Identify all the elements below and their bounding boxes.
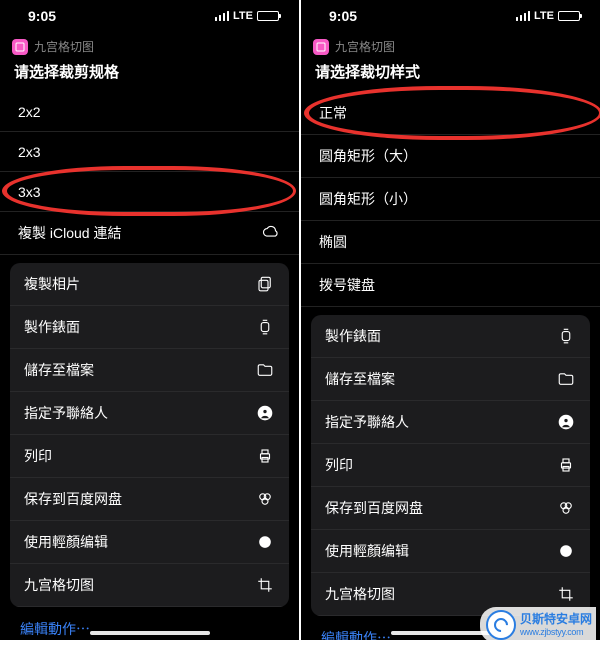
action-label: 使用輕顏编辑: [24, 532, 108, 552]
battery-icon: [558, 11, 580, 21]
edit-actions-link[interactable]: 編輯動作⋯: [0, 607, 299, 640]
print-icon: [556, 455, 576, 475]
action-label: 製作錶面: [24, 317, 80, 337]
action-baidu-pan[interactable]: 保存到百度网盘: [311, 487, 590, 530]
actions-block: 製作錶面 儲存至檔案 指定予聯絡人 列印 保存到百度网盘 使用輕顏编辑 九宫格切…: [311, 315, 590, 616]
action-copy-photo[interactable]: 複製相片: [10, 263, 289, 306]
status-icons: LTE: [215, 10, 279, 22]
option-round-large[interactable]: 圆角矩形（大）: [301, 135, 600, 178]
status-bar: 9:05 LTE: [0, 0, 299, 32]
option-label: 圆角矩形（小）: [319, 189, 417, 209]
app-header: 九宫格切图: [0, 32, 299, 57]
option-label: 圆角矩形（大）: [319, 146, 417, 166]
action-label: 使用輕顏编辑: [325, 541, 409, 561]
left-screenshot: 9:05 LTE 九宫格切图 请选择裁剪规格 2x2 2x3 3x3 複製 iC…: [0, 0, 299, 640]
crop-icon: [255, 575, 275, 595]
action-label: 儲存至檔案: [24, 360, 94, 380]
option-2x3[interactable]: 2x3: [0, 132, 299, 172]
status-time: 9:05: [329, 8, 357, 24]
copy-icon: [255, 274, 275, 294]
print-icon: [255, 446, 275, 466]
action-label: 指定予聯絡人: [24, 403, 108, 423]
action-grid-cut[interactable]: 九宫格切图: [10, 564, 289, 607]
action-create-watchface[interactable]: 製作錶面: [311, 315, 590, 358]
action-assign-contact[interactable]: 指定予聯絡人: [311, 401, 590, 444]
status-time: 9:05: [28, 8, 56, 24]
contact-icon: [255, 403, 275, 423]
option-label: 拨号键盘: [319, 275, 375, 295]
option-dialpad[interactable]: 拨号键盘: [301, 264, 600, 307]
action-print[interactable]: 列印: [311, 444, 590, 487]
status-icons: LTE: [516, 10, 580, 22]
action-label: 保存到百度网盘: [24, 489, 122, 509]
option-normal[interactable]: 正常: [301, 92, 600, 135]
status-bar: 9:05 LTE: [301, 0, 600, 32]
contact-icon: [556, 412, 576, 432]
action-light-face-edit[interactable]: 使用輕顏编辑: [311, 530, 590, 573]
action-print[interactable]: 列印: [10, 435, 289, 478]
option-label: 複製 iCloud 連結: [18, 223, 121, 243]
app-icon: [12, 39, 28, 55]
circle-icon: [556, 541, 576, 561]
watermark-logo-icon: [486, 610, 516, 640]
action-label: 列印: [24, 446, 52, 466]
app-name: 九宫格切图: [335, 38, 395, 55]
option-label: 2x2: [18, 104, 41, 120]
action-save-file[interactable]: 儲存至檔案: [311, 358, 590, 401]
option-2x2[interactable]: 2x2: [0, 92, 299, 132]
network-label: LTE: [233, 10, 253, 22]
option-label: 3x3: [18, 184, 41, 200]
app-header: 九宫格切图: [301, 32, 600, 57]
actions-block: 複製相片 製作錶面 儲存至檔案 指定予聯絡人 列印 保存到百度网盘 使用輕顏编辑…: [10, 263, 289, 607]
circle-icon: [255, 532, 275, 552]
action-label: 儲存至檔案: [325, 369, 395, 389]
screen-title: 请选择裁剪规格: [0, 57, 299, 92]
cloud-icon: [261, 223, 281, 243]
signal-icon: [516, 11, 531, 21]
option-ellipse[interactable]: 椭圆: [301, 221, 600, 264]
option-label: 正常: [319, 103, 347, 123]
option-label: 椭圆: [319, 232, 347, 252]
option-icloud-link[interactable]: 複製 iCloud 連結: [0, 212, 299, 255]
watermark-url: www.zjbstyy.com: [520, 627, 592, 637]
action-create-watchface[interactable]: 製作錶面: [10, 306, 289, 349]
baidu-icon: [255, 489, 275, 509]
option-label: 2x3: [18, 144, 41, 160]
action-label: 列印: [325, 455, 353, 475]
network-label: LTE: [534, 10, 554, 22]
option-3x3[interactable]: 3x3: [0, 172, 299, 212]
action-label: 製作錶面: [325, 326, 381, 346]
folder-icon: [556, 369, 576, 389]
action-label: 複製相片: [24, 274, 80, 294]
action-label: 九宫格切图: [24, 575, 94, 595]
watch-icon: [556, 326, 576, 346]
folder-icon: [255, 360, 275, 380]
screen-title: 请选择裁切样式: [301, 57, 600, 92]
right-screenshot: 9:05 LTE 九宫格切图 请选择裁切样式 正常 圆角矩形（大） 圆角矩形（小…: [301, 0, 600, 640]
watermark: 贝斯特安卓网 www.zjbstyy.com: [480, 607, 596, 643]
home-indicator[interactable]: [90, 631, 210, 635]
crop-icon: [556, 584, 576, 604]
action-label: 指定予聯絡人: [325, 412, 409, 432]
watch-icon: [255, 317, 275, 337]
option-round-small[interactable]: 圆角矩形（小）: [301, 178, 600, 221]
app-name: 九宫格切图: [34, 38, 94, 55]
action-baidu-pan[interactable]: 保存到百度网盘: [10, 478, 289, 521]
action-assign-contact[interactable]: 指定予聯絡人: [10, 392, 289, 435]
action-label: 保存到百度网盘: [325, 498, 423, 518]
app-icon: [313, 39, 329, 55]
action-light-face-edit[interactable]: 使用輕顏编辑: [10, 521, 289, 564]
watermark-text: 贝斯特安卓网: [520, 613, 592, 626]
baidu-icon: [556, 498, 576, 518]
action-label: 九宫格切图: [325, 584, 395, 604]
action-save-file[interactable]: 儲存至檔案: [10, 349, 289, 392]
signal-icon: [215, 11, 230, 21]
battery-icon: [257, 11, 279, 21]
